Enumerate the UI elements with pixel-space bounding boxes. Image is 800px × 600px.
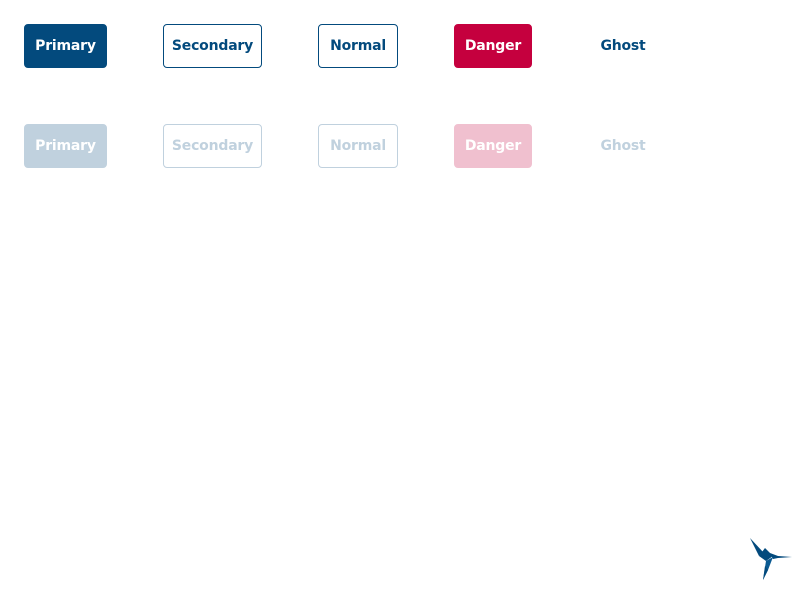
primary-button[interactable]: Primary: [24, 24, 107, 68]
hummingbird-icon: [748, 536, 794, 584]
ghost-button[interactable]: Ghost: [588, 24, 658, 68]
normal-button-disabled: Normal: [318, 124, 398, 168]
secondary-button-disabled: Secondary: [163, 124, 262, 168]
danger-button-disabled: Danger: [454, 124, 532, 168]
enabled-button-row: Primary Secondary Normal Danger Ghost: [24, 24, 724, 68]
primary-button-disabled: Primary: [24, 124, 107, 168]
ghost-button-disabled: Ghost: [600, 138, 646, 154]
button-showcase-page: Primary Secondary Normal Danger Ghost Pr…: [0, 0, 800, 600]
disabled-button-row: Primary Secondary Normal Danger Ghost: [24, 124, 724, 168]
normal-button[interactable]: Normal: [318, 24, 398, 68]
danger-button[interactable]: Danger: [454, 24, 532, 68]
secondary-button[interactable]: Secondary: [163, 24, 262, 68]
